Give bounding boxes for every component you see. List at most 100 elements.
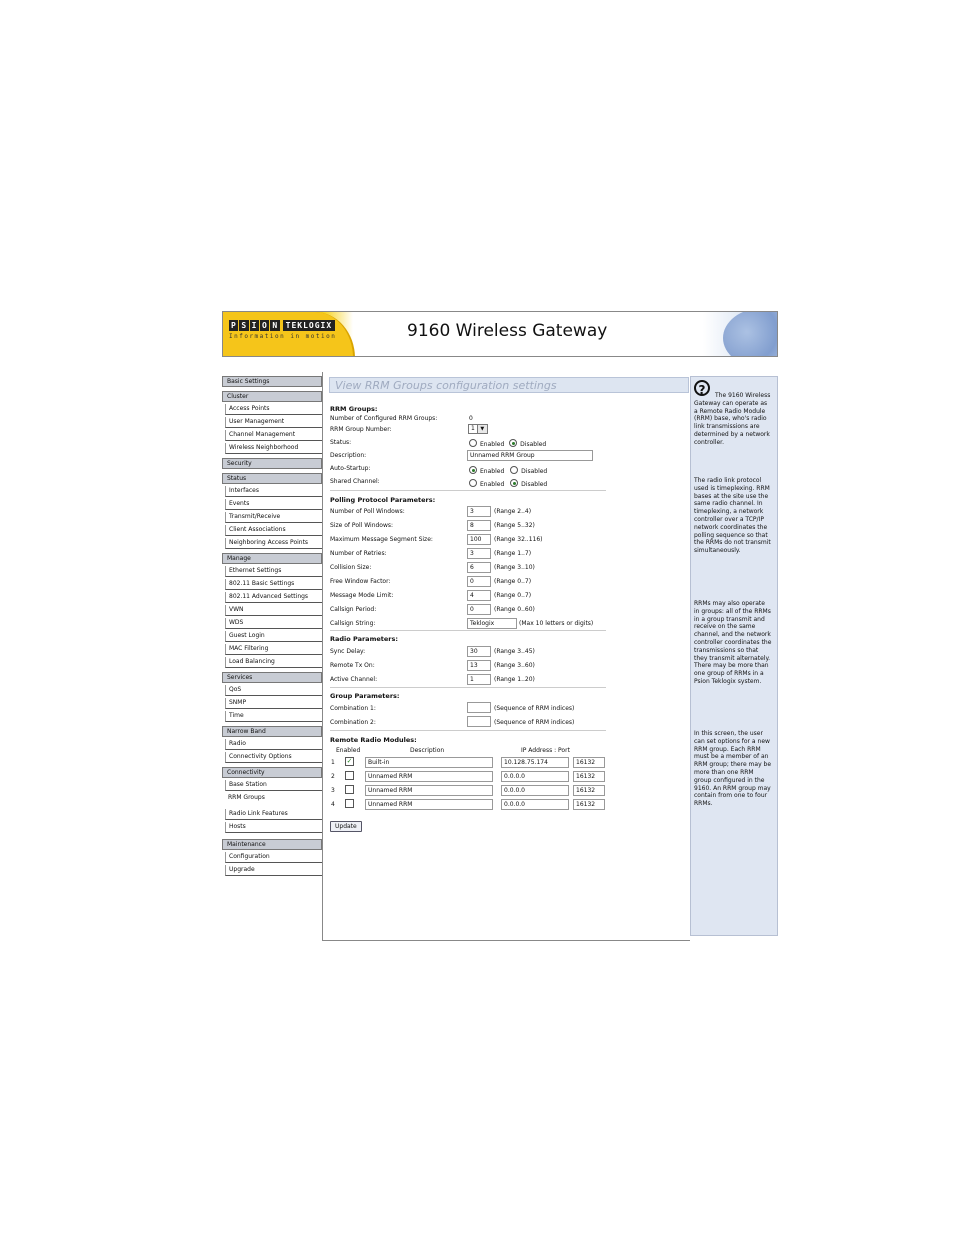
shared-channel-disabled-label: Disabled — [521, 481, 548, 488]
nav-head-maintenance[interactable]: Maintenance — [222, 839, 322, 850]
shared-channel-disabled-radio[interactable] — [510, 479, 519, 487]
nav-item-client-associations[interactable]: Client Associations — [225, 525, 322, 536]
sync-delay-input[interactable]: 30 — [467, 646, 491, 657]
auto-startup-enabled-radio[interactable] — [469, 466, 477, 474]
nav-item-wds[interactable]: WDS — [225, 618, 322, 629]
col-enabled-header: Enabled — [336, 747, 361, 754]
auto-startup-enabled-label: Enabled — [480, 468, 505, 475]
module-description-input[interactable]: Unnamed RRM — [365, 785, 493, 796]
module-ip-input[interactable]: 0.0.0.0 — [501, 799, 569, 810]
poll-row-label: Size of Poll Windows: — [330, 522, 394, 529]
module-port-input[interactable]: 16132 — [573, 771, 605, 782]
nav-item-base-station[interactable]: Base Station — [225, 780, 322, 791]
message-mode-limit-input[interactable]: 4 — [467, 590, 491, 601]
module-enabled-checkbox[interactable]: ✓ — [345, 757, 354, 766]
nav-item-80211-basic-settings[interactable]: 802.11 Basic Settings — [225, 579, 322, 590]
nav-item-hosts[interactable]: Hosts — [225, 822, 322, 833]
callsign-period-input[interactable]: 0 — [467, 604, 491, 615]
nav-item-configuration[interactable]: Configuration — [225, 852, 322, 863]
nav-item-ethernet-settings[interactable]: Ethernet Settings — [225, 566, 322, 577]
header-banner: P S I O N TEKLOGIX Information in motion… — [222, 311, 778, 357]
retries-input[interactable]: 3 — [467, 548, 491, 559]
nav-item-guest-login[interactable]: Guest Login — [225, 631, 322, 642]
shared-channel-enabled-radio[interactable] — [469, 479, 477, 487]
module-number: 4 — [331, 801, 335, 808]
poll-row-label: Maximum Message Segment Size: — [330, 536, 433, 543]
nav-item-qos[interactable]: QoS — [225, 685, 322, 696]
nav-head-security[interactable]: Security — [222, 458, 322, 469]
poll-windows-input[interactable]: 3 — [467, 506, 491, 517]
module-description-input[interactable]: Unnamed RRM — [365, 799, 493, 810]
update-button[interactable]: Update — [330, 821, 362, 832]
nav-item-user-management[interactable]: User Management — [225, 417, 322, 428]
poll-row-range: (Range 1..7) — [494, 550, 532, 557]
nav-item-interfaces[interactable]: Interfaces — [225, 486, 322, 497]
nav-item-access-points[interactable]: Access Points — [225, 404, 322, 415]
free-window-factor-input[interactable]: 0 — [467, 576, 491, 587]
nav-item-80211-advanced-settings[interactable]: 802.11 Advanced Settings — [225, 592, 322, 603]
module-port-input[interactable]: 16132 — [573, 785, 605, 796]
nav-item-upgrade[interactable]: Upgrade — [225, 865, 322, 876]
nav-item-time[interactable]: Time — [225, 711, 322, 722]
module-enabled-checkbox[interactable] — [345, 771, 354, 780]
radio-row-range: (Range 3..45) — [494, 648, 535, 655]
module-port-input[interactable]: 16132 — [573, 757, 605, 768]
module-ip-input[interactable]: 0.0.0.0 — [501, 785, 569, 796]
nav-item-snmp[interactable]: SNMP — [225, 698, 322, 709]
status-disabled-radio[interactable] — [509, 439, 518, 447]
nav-head-narrow-band[interactable]: Narrow Band — [222, 726, 322, 737]
module-enabled-checkbox[interactable] — [345, 799, 354, 808]
section-divider — [330, 687, 606, 688]
nav-section-services: Services QoS SNMP Time — [222, 672, 322, 722]
poll-row-range: (Range 3..10) — [494, 564, 535, 571]
nav-section-narrow-band: Narrow Band Radio Connectivity Options — [222, 726, 322, 763]
auto-startup-disabled-radio[interactable] — [510, 466, 519, 474]
nav-item-wireless-neighborhood[interactable]: Wireless Neighborhood — [225, 443, 322, 454]
logo-letter: P — [229, 320, 239, 331]
nav-item-neighboring-access-points[interactable]: Neighboring Access Points — [225, 538, 322, 549]
description-field[interactable]: Unnamed RRM Group — [467, 450, 593, 461]
nav-item-channel-management[interactable]: Channel Management — [225, 430, 322, 441]
nav-item-transmit-receive[interactable]: Transmit/Receive — [225, 512, 322, 523]
nav-head-manage[interactable]: Manage — [222, 553, 322, 564]
logo-letter: I — [249, 320, 259, 331]
remote-tx-on-input[interactable]: 13 — [467, 660, 491, 671]
nav-head-connectivity[interactable]: Connectivity — [222, 767, 322, 778]
col-description-header: Description — [410, 747, 445, 754]
nav-item-mac-filtering[interactable]: MAC Filtering — [225, 644, 322, 655]
combination-1-input[interactable] — [467, 702, 491, 713]
callsign-string-input[interactable]: Teklogix — [467, 618, 517, 629]
nav-head-services[interactable]: Services — [222, 672, 322, 683]
group-params-heading: Group Parameters: — [330, 692, 400, 700]
module-number: 3 — [331, 787, 335, 794]
nav-head-basic-settings[interactable]: Basic Settings — [222, 376, 322, 387]
status-enabled-radio[interactable] — [469, 439, 477, 447]
active-channel-input[interactable]: 1 — [467, 674, 491, 685]
nav-head-status[interactable]: Status — [222, 473, 322, 484]
group-number-select[interactable]: 1 ▼ — [468, 424, 488, 434]
nav-item-radio[interactable]: Radio — [225, 739, 322, 750]
module-enabled-checkbox[interactable] — [345, 785, 354, 794]
nav-section-security: Security — [222, 458, 322, 469]
poll-row-label: Callsign Period: — [330, 606, 377, 613]
nav-item-load-balancing[interactable]: Load Balancing — [225, 657, 322, 668]
module-description-input[interactable]: Unnamed RRM — [365, 771, 493, 782]
poll-window-size-input[interactable]: 8 — [467, 520, 491, 531]
nav-item-vwn[interactable]: VWN — [225, 605, 322, 616]
nav-head-cluster[interactable]: Cluster — [222, 391, 322, 402]
nav-item-rrm-groups[interactable]: RRM Groups — [225, 793, 322, 803]
module-ip-input[interactable]: 10.128.75.174 — [501, 757, 569, 768]
collision-size-input[interactable]: 6 — [467, 562, 491, 573]
module-description-input[interactable]: Built-in — [365, 757, 493, 768]
max-segment-size-input[interactable]: 100 — [467, 534, 491, 545]
group-row-range: (Sequence of RRM indices) — [494, 719, 575, 726]
shared-channel-enabled-label: Enabled — [480, 481, 505, 488]
module-ip-input[interactable]: 0.0.0.0 — [501, 771, 569, 782]
chevron-down-icon: ▼ — [476, 425, 487, 433]
logo-letter: S — [239, 320, 249, 331]
module-port-input[interactable]: 16132 — [573, 799, 605, 810]
nav-item-connectivity-options[interactable]: Connectivity Options — [225, 752, 322, 763]
nav-item-events[interactable]: Events — [225, 499, 322, 510]
combination-2-input[interactable] — [467, 716, 491, 727]
nav-item-radio-link-features[interactable]: Radio Link Features — [225, 809, 322, 820]
